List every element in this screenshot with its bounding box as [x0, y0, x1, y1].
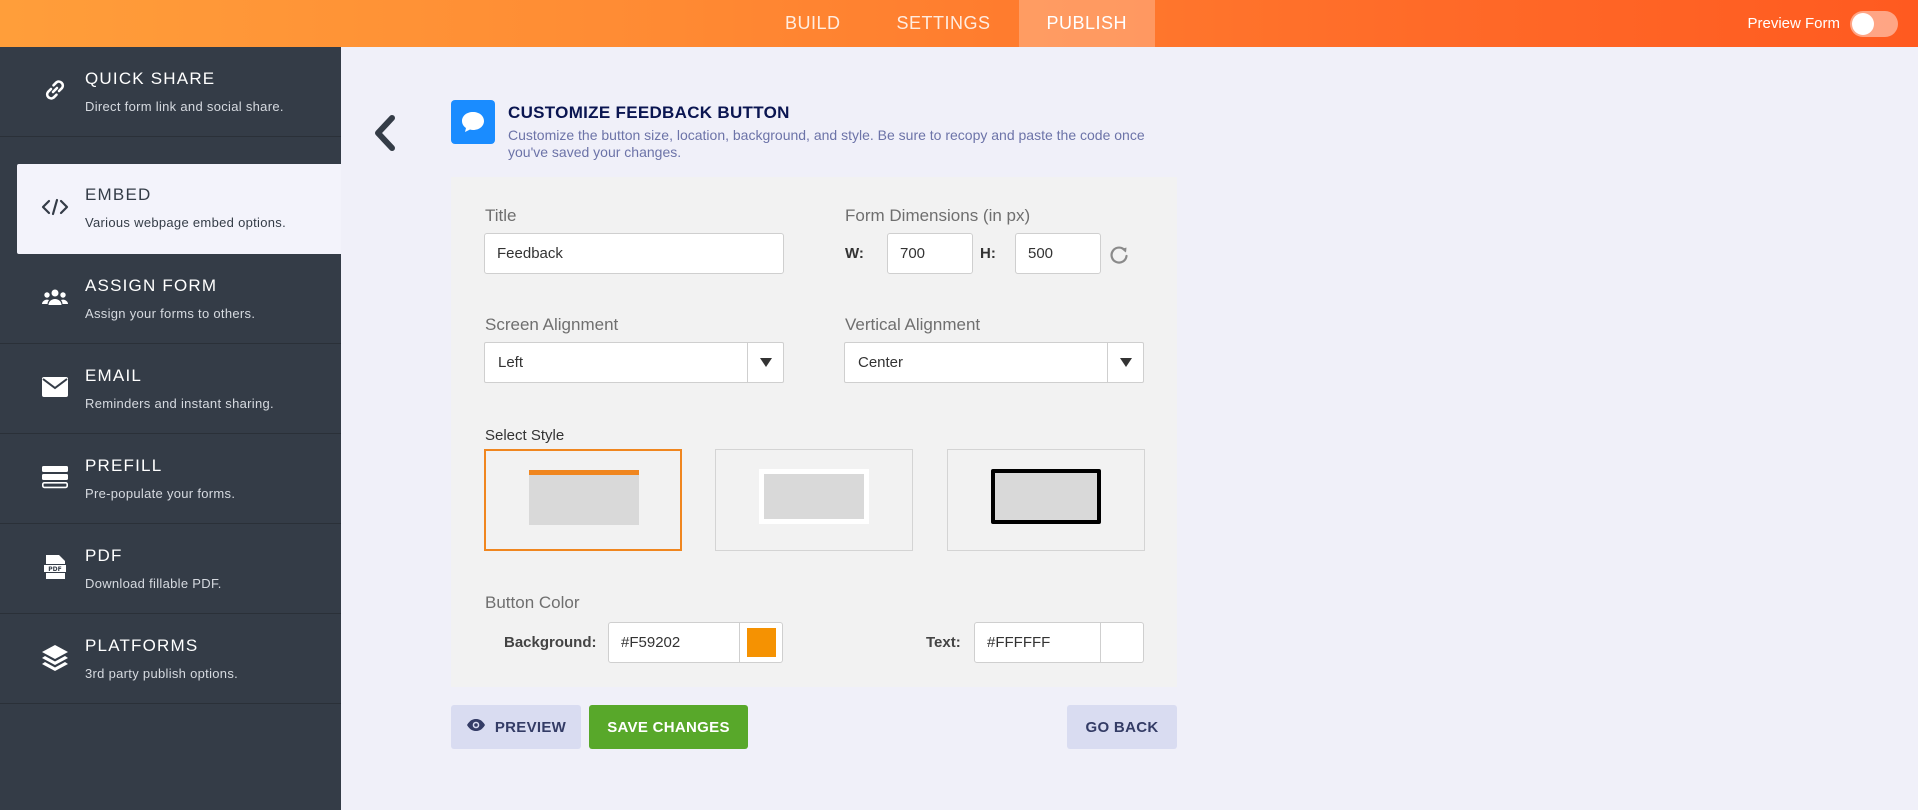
select-style-label: Select Style — [485, 427, 565, 444]
reset-dimensions-icon[interactable] — [1108, 244, 1130, 266]
width-label: W: — [845, 245, 864, 262]
save-changes-button[interactable]: SAVE CHANGES — [589, 705, 748, 749]
title-input[interactable]: Feedback — [484, 233, 784, 274]
button-color-label: Button Color — [485, 593, 580, 612]
vertical-alignment-label: Vertical Alignment — [845, 315, 981, 334]
style-preview-shape — [991, 469, 1101, 524]
preview-button[interactable]: PREVIEW — [451, 705, 581, 749]
text-color-label: Text: — [926, 634, 961, 651]
chat-bubble-icon — [451, 100, 495, 144]
svg-text:PDF: PDF — [48, 566, 61, 573]
sidebar-item-platforms[interactable]: PLATFORMS 3rd party publish options. — [0, 614, 341, 704]
sidebar-item-title: EMBED — [85, 185, 152, 204]
link-icon — [40, 75, 70, 105]
tab-build[interactable]: BUILD — [757, 0, 869, 47]
style-preview-accent — [529, 470, 639, 475]
background-color-label: Background: — [504, 634, 597, 651]
envelope-icon — [40, 372, 70, 402]
back-chevron-icon[interactable] — [370, 113, 400, 153]
screen-alignment-label: Screen Alignment — [485, 315, 619, 334]
text-swatch-fill — [1107, 628, 1137, 657]
background-swatch-fill — [746, 628, 776, 657]
layers-icon — [40, 642, 70, 672]
publish-sidebar: QUICK SHARE Direct form link and social … — [0, 47, 341, 810]
sidebar-item-subtitle: Various webpage embed options. — [85, 215, 286, 230]
sidebar-item-subtitle: 3rd party publish options. — [85, 666, 239, 681]
sidebar-item-title: PLATFORMS — [85, 636, 199, 655]
vertical-alignment-select[interactable]: Center — [844, 342, 1144, 383]
go-back-button[interactable]: GO BACK — [1067, 705, 1177, 749]
chevron-down-icon — [1107, 343, 1143, 382]
text-color-swatch[interactable] — [1101, 622, 1144, 663]
background-color-swatch[interactable] — [740, 622, 783, 663]
feedback-button-settings-panel: Title Feedback Form Dimensions (in px) W… — [451, 177, 1177, 687]
title-label: Title — [485, 206, 517, 225]
sidebar-item-subtitle: Assign your forms to others. — [85, 306, 256, 321]
screen-alignment-select[interactable]: Left — [484, 342, 784, 383]
sidebar-item-subtitle: Download fillable PDF. — [85, 576, 222, 591]
sidebar-item-assign-form[interactable]: ASSIGN FORM Assign your forms to others. — [0, 254, 341, 344]
top-navigation-bar: BUILD SETTINGS PUBLISH Preview Form — [0, 0, 1918, 47]
eye-icon — [466, 718, 486, 736]
sidebar-item-embed[interactable]: EMBED Various webpage embed options. — [17, 164, 341, 254]
preview-form-label: Preview Form — [1747, 15, 1840, 32]
sidebar-item-title: EMAIL — [85, 366, 143, 385]
style-option-white-border[interactable] — [715, 449, 913, 551]
sidebar-item-title: PREFILL — [85, 456, 163, 475]
preview-button-label: PREVIEW — [494, 718, 567, 736]
sidebar-item-subtitle: Direct form link and social share. — [85, 99, 284, 114]
preview-form-toggle[interactable] — [1850, 10, 1898, 37]
style-preview-shape — [529, 470, 639, 525]
sidebar-item-email[interactable]: EMAIL Reminders and instant sharing. — [0, 344, 341, 434]
main-tabs: BUILD SETTINGS PUBLISH — [757, 0, 1156, 47]
chevron-down-icon — [747, 343, 783, 382]
sidebar-item-pdf[interactable]: PDF PDF Download fillable PDF. — [0, 524, 341, 614]
text-color-input[interactable]: #FFFFFF — [974, 622, 1101, 663]
sidebar-item-quick-share[interactable]: QUICK SHARE Direct form link and social … — [0, 47, 341, 137]
style-preview-shape — [759, 469, 869, 524]
form-dimensions-label: Form Dimensions (in px) — [845, 206, 1031, 225]
sidebar-item-subtitle: Pre-populate your forms. — [85, 486, 236, 501]
height-input[interactable]: 500 — [1015, 233, 1101, 274]
tab-publish[interactable]: PUBLISH — [1018, 0, 1156, 47]
sidebar-item-title: PDF — [85, 546, 123, 565]
toggle-knob — [1852, 12, 1874, 35]
sidebar-item-prefill[interactable]: PREFILL Pre-populate your forms. — [0, 434, 341, 524]
code-icon — [40, 192, 70, 222]
users-icon — [40, 282, 70, 312]
style-option-black-border[interactable] — [947, 449, 1145, 551]
prefill-icon — [40, 462, 70, 492]
screen-alignment-value: Left — [498, 354, 524, 371]
sidebar-item-title: ASSIGN FORM — [85, 276, 218, 295]
vertical-alignment-value: Center — [858, 354, 904, 371]
height-label: H: — [980, 245, 996, 262]
page-title: CUSTOMIZE FEEDBACK BUTTON — [508, 103, 790, 122]
style-option-orange-top[interactable] — [484, 449, 682, 551]
pdf-icon: PDF — [40, 552, 70, 582]
sidebar-item-title: QUICK SHARE — [85, 69, 216, 88]
sidebar-item-subtitle: Reminders and instant sharing. — [85, 396, 274, 411]
background-color-input[interactable]: #F59202 — [608, 622, 740, 663]
page-description: Customize the button size, location, bac… — [508, 127, 1145, 160]
preview-form-control: Preview Form — [1747, 0, 1898, 47]
width-input[interactable]: 700 — [887, 233, 973, 274]
tab-settings[interactable]: SETTINGS — [869, 0, 1019, 47]
